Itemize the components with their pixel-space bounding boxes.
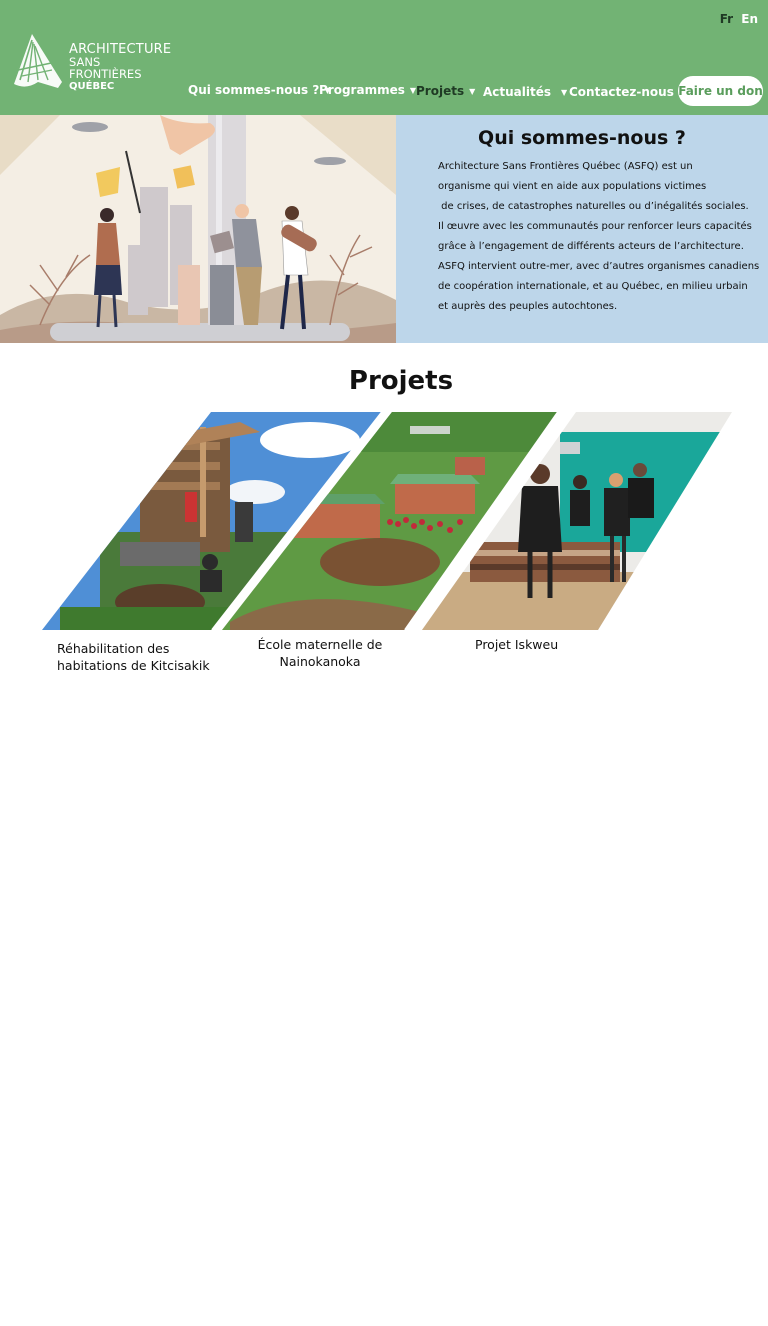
projects-gallery bbox=[0, 411, 768, 638]
site-logo[interactable]: ARCHITECTURE SANS FRONTIÈRES QUÉBEC bbox=[12, 32, 172, 92]
about-text-line: organisme qui vient en aide aux populati… bbox=[438, 181, 707, 192]
nav-label: Contactez-nous bbox=[569, 85, 674, 99]
nav-label: Programmes bbox=[319, 83, 405, 97]
nav-label: Actualités bbox=[483, 85, 552, 99]
donate-button[interactable]: Faire un don bbox=[678, 76, 763, 106]
project-label-line: École maternelle de bbox=[257, 637, 383, 652]
project-label-line: habitations de Kitcisakik bbox=[57, 658, 210, 673]
about-text-line: grâce à l’engagement de différents acteu… bbox=[438, 241, 744, 252]
logo-line-2: SANS FRONTIÈRES bbox=[69, 55, 142, 81]
about-body: Architecture Sans Frontières Québec (ASF… bbox=[438, 157, 760, 317]
project-label-nainokanoka[interactable]: École maternelle de Nainokanoka bbox=[250, 636, 390, 670]
about-text-line: de coopération internationale, et au Qué… bbox=[438, 281, 748, 292]
projects-title: Projets bbox=[348, 366, 454, 396]
language-en-link[interactable]: En bbox=[741, 12, 758, 26]
hero-illustration bbox=[0, 115, 396, 343]
project-label-iskweu[interactable]: Projet Iskweu bbox=[475, 636, 558, 653]
about-text-line: Il œuvre avec les communautés pour renfo… bbox=[438, 221, 752, 232]
caret-down-icon: ▼ bbox=[561, 88, 568, 97]
nav-actualites[interactable]: Actualités ▼ bbox=[483, 85, 567, 99]
site-header: Fr En ARCHITECTURE SANS FRONTIÈRES QUÉBE… bbox=[0, 0, 768, 115]
nav-contactez-nous[interactable]: Contactez-nous▼ bbox=[569, 85, 689, 99]
language-fr-link[interactable]: Fr bbox=[720, 12, 733, 26]
project-label-line: Réhabilitation des bbox=[57, 641, 170, 656]
nav-qui-sommes-nous[interactable]: Qui sommes-nous ? ▼ bbox=[188, 83, 330, 97]
about-text-line: de crises, de catastrophes naturelles ou… bbox=[438, 201, 749, 212]
project-label-line: Nainokanoka bbox=[279, 654, 361, 669]
about-text-line: et auprès des peuples autochtones. bbox=[438, 301, 618, 312]
nav-label: Projets bbox=[416, 84, 465, 98]
logo-line-3: QUÉBEC bbox=[69, 81, 115, 92]
caret-down-icon: ▼ bbox=[469, 87, 476, 96]
about-text-line: Architecture Sans Frontières Québec (ASF… bbox=[438, 161, 693, 172]
project-label-line: Projet Iskweu bbox=[475, 637, 559, 652]
about-title: Qui sommes-nous ? bbox=[478, 127, 686, 149]
about-text-line: ASFQ intervient outre-mer, avec d’autres… bbox=[438, 261, 760, 272]
project-label-kitcisakik[interactable]: Réhabilitation des habitations de Kitcis… bbox=[57, 640, 210, 674]
language-switcher: Fr En bbox=[716, 12, 758, 26]
nav-label: Qui sommes-nous ? bbox=[188, 83, 320, 97]
nav-projets[interactable]: Projets ▼ bbox=[416, 84, 475, 98]
nav-programmes[interactable]: Programmes ▼ bbox=[319, 83, 416, 97]
about-panel: Qui sommes-nous ? Architecture Sans Fron… bbox=[396, 115, 768, 343]
logo-a-leaf-icon bbox=[14, 34, 62, 88]
